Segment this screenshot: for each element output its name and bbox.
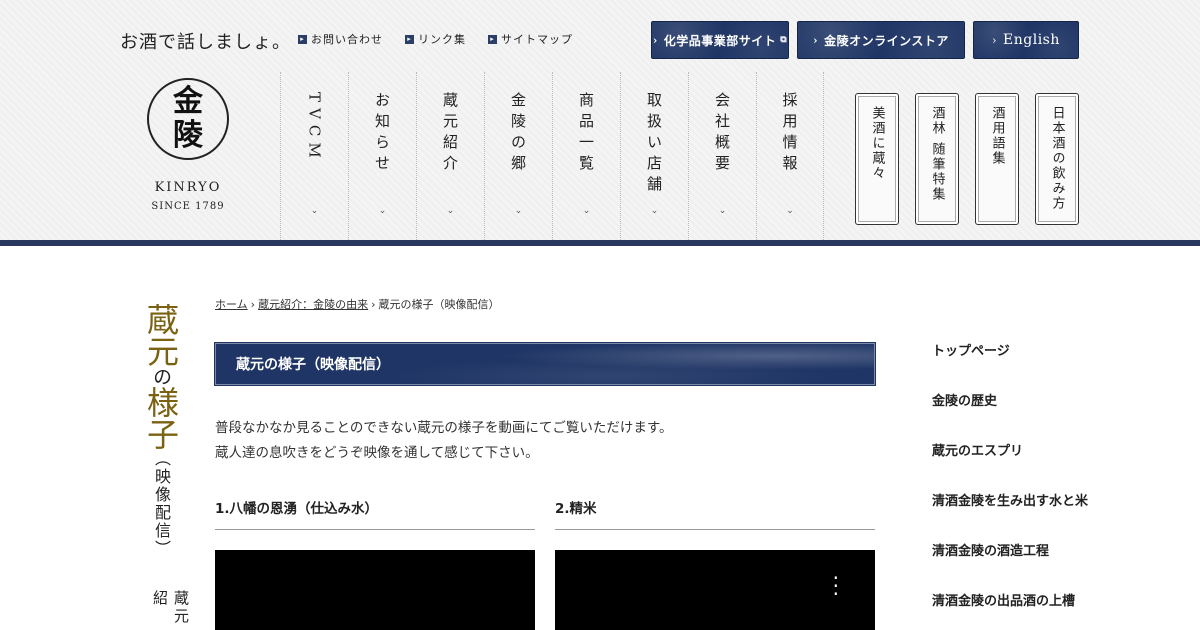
side-button-how-to-drink[interactable]: 日本酒の飲み方 [1035,93,1079,225]
chemical-division-button[interactable]: › 化学品事業部サイト ⧉ [651,21,789,59]
arrow-square-icon: ▸ [298,34,307,44]
breadcrumb-home[interactable]: ホーム [215,298,248,311]
sitemap-link[interactable]: ▸ サイトマップ [488,31,573,47]
header-divider [0,240,1200,246]
nav-item-products[interactable]: 商品一覧 ⌄ [552,72,620,240]
video-block: 1.八幡の恩湧（仕込み水） [215,497,535,630]
logo-emblem: 金 陵 [147,78,229,160]
breadcrumb-current: 蔵元の様子（映像配信） [378,298,500,311]
side-button-bishu[interactable]: 美酒に蔵々 [855,93,899,225]
video-block: 2.精米 · · · [555,497,875,630]
chevron-down-icon: ⌄ [786,206,794,216]
video-title: 2.精米 [555,497,875,530]
site-tagline: お酒で話しましょ。 [120,32,291,53]
more-options-icon[interactable]: · · · [833,568,839,604]
right-menu-item[interactable]: 清酒金陵の出品酒の上槽 [932,590,1088,630]
chevron-right-icon: › [652,33,658,47]
links-link[interactable]: ▸ リンク集 [405,31,466,47]
chevron-down-icon: ⌄ [718,206,727,216]
right-menu-item[interactable]: 清酒金陵を生み出す水と米 [932,490,1088,540]
site-header: お酒で話しましょ。 ▸ お問い合わせ ▸ リンク集 ▸ サイトマップ › 化学品… [0,0,1200,246]
right-menu-item[interactable]: 清酒金陵の酒造工程 [932,540,1088,590]
nav-item-news[interactable]: お知らせ ⌄ [348,72,416,240]
page-vertical-subtitle: 蔵元紹 [151,590,190,626]
nav-item-company[interactable]: 会社概要 ⌄ [688,72,756,240]
right-menu-item[interactable]: 金陵の歴史 [932,390,1088,440]
chevron-down-icon: ⌄ [446,206,455,216]
section-title: 蔵元の様子（映像配信） [214,342,876,386]
contact-link[interactable]: ▸ お問い合わせ [298,31,383,47]
chevron-right-icon: › [992,33,998,47]
chevron-down-icon: ⌄ [310,206,319,216]
utility-links: ▸ お問い合わせ ▸ リンク集 ▸ サイトマップ [298,31,573,47]
nav-item-stores[interactable]: 取扱い店舗 ⌄ [620,72,688,240]
right-menu-item[interactable]: トップページ [932,340,1088,390]
right-menu-item[interactable]: 蔵元のエスプリ [932,440,1088,490]
nav-item-brewery[interactable]: 蔵元紹介 ⌄ [416,72,484,240]
external-link-icon: ⧉ [780,35,788,45]
chevron-down-icon: ⌄ [582,206,591,216]
logo-name: KINRYO [154,180,222,195]
chevron-right-icon: › [813,33,819,47]
chevron-down-icon: ⌄ [514,206,523,216]
arrow-square-icon: ▸ [488,34,497,44]
right-sidebar-menu: トップページ 金陵の歴史 蔵元のエスプリ 清酒金陵を生み出す水と米 清酒金陵の酒… [932,340,1088,630]
video-player[interactable]: · · · [555,550,875,630]
page-vertical-title: 蔵元の様子（映像配信） [142,303,180,558]
chevron-down-icon: ⌄ [378,206,387,216]
kinryo-logo[interactable]: 金 陵 KINRYO SINCE 1789 [138,78,238,212]
english-button[interactable]: › English [973,21,1079,59]
side-button-essay[interactable]: 酒林 随筆特集 [915,93,959,225]
intro-text: 普段なかなか見ることのできない蔵元の様子を動画にてご覧いただけます。 蔵人達の息… [215,420,673,461]
breadcrumb: ホーム › 蔵元紹介：金陵の由来 › 蔵元の様子（映像配信） [215,298,500,311]
side-button-glossary[interactable]: 酒用語集 [975,93,1019,225]
main-nav: TVCM ⌄ お知らせ ⌄ 蔵元紹介 ⌄ 金陵の郷 ⌄ 商品一覧 ⌄ 取扱い店舗… [280,72,824,240]
online-store-button[interactable]: › 金陵オンラインストア [797,21,965,59]
nav-item-recruit[interactable]: 採用情報 ⌄ [756,72,824,240]
nav-item-tvcm[interactable]: TVCM ⌄ [280,72,348,240]
chevron-down-icon: ⌄ [650,206,659,216]
arrow-square-icon: ▸ [405,34,414,44]
breadcrumb-parent[interactable]: 蔵元紹介：金陵の由来 [258,298,368,311]
video-player[interactable] [215,550,535,630]
logo-since: SINCE 1789 [151,201,225,212]
nav-item-village[interactable]: 金陵の郷 ⌄ [484,72,552,240]
video-title: 1.八幡の恩湧（仕込み水） [215,497,535,530]
